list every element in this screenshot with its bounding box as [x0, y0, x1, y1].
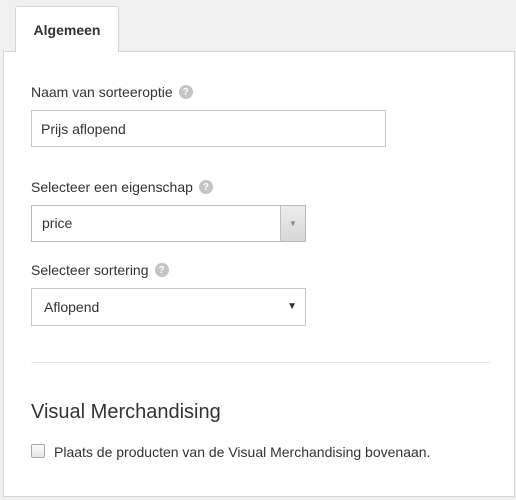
property-field-label-text: Selecteer een eigenschap: [31, 179, 193, 195]
tab-algemeen-label: Algemeen: [33, 21, 101, 38]
name-field-label-text: Naam van sorteeroptie: [31, 84, 173, 100]
sort-field-label: Selecteer sortering ?: [31, 262, 169, 278]
help-icon[interactable]: ?: [178, 85, 193, 99]
property-field-label: Selecteer een eigenschap ?: [31, 179, 213, 195]
name-input[interactable]: [31, 110, 386, 147]
triangle-down-icon[interactable]: ▼: [280, 206, 305, 241]
help-icon[interactable]: ?: [198, 180, 213, 194]
visual-merchandising-title: Visual Merchandising: [31, 401, 221, 423]
visual-merchandising-checkbox-label[interactable]: Plaats de producten van de Visual Mercha…: [54, 444, 430, 460]
name-field-label: Naam van sorteeroptie ?: [31, 84, 193, 100]
tab-algemeen[interactable]: Algemeen: [15, 6, 119, 52]
property-combobox[interactable]: price ▼: [31, 205, 306, 242]
chevron-down-icon: ▼: [287, 301, 297, 312]
sort-select-value: Aflopend: [44, 299, 100, 315]
sort-select[interactable]: Aflopend ▼: [31, 288, 306, 326]
tab-bar: Algemeen: [0, 0, 516, 52]
section-divider: [31, 362, 490, 363]
property-combobox-value: price: [42, 215, 73, 231]
visual-merchandising-checkbox[interactable]: [31, 444, 45, 458]
sort-field-label-text: Selecteer sortering: [31, 262, 149, 278]
help-icon[interactable]: ?: [154, 263, 169, 277]
